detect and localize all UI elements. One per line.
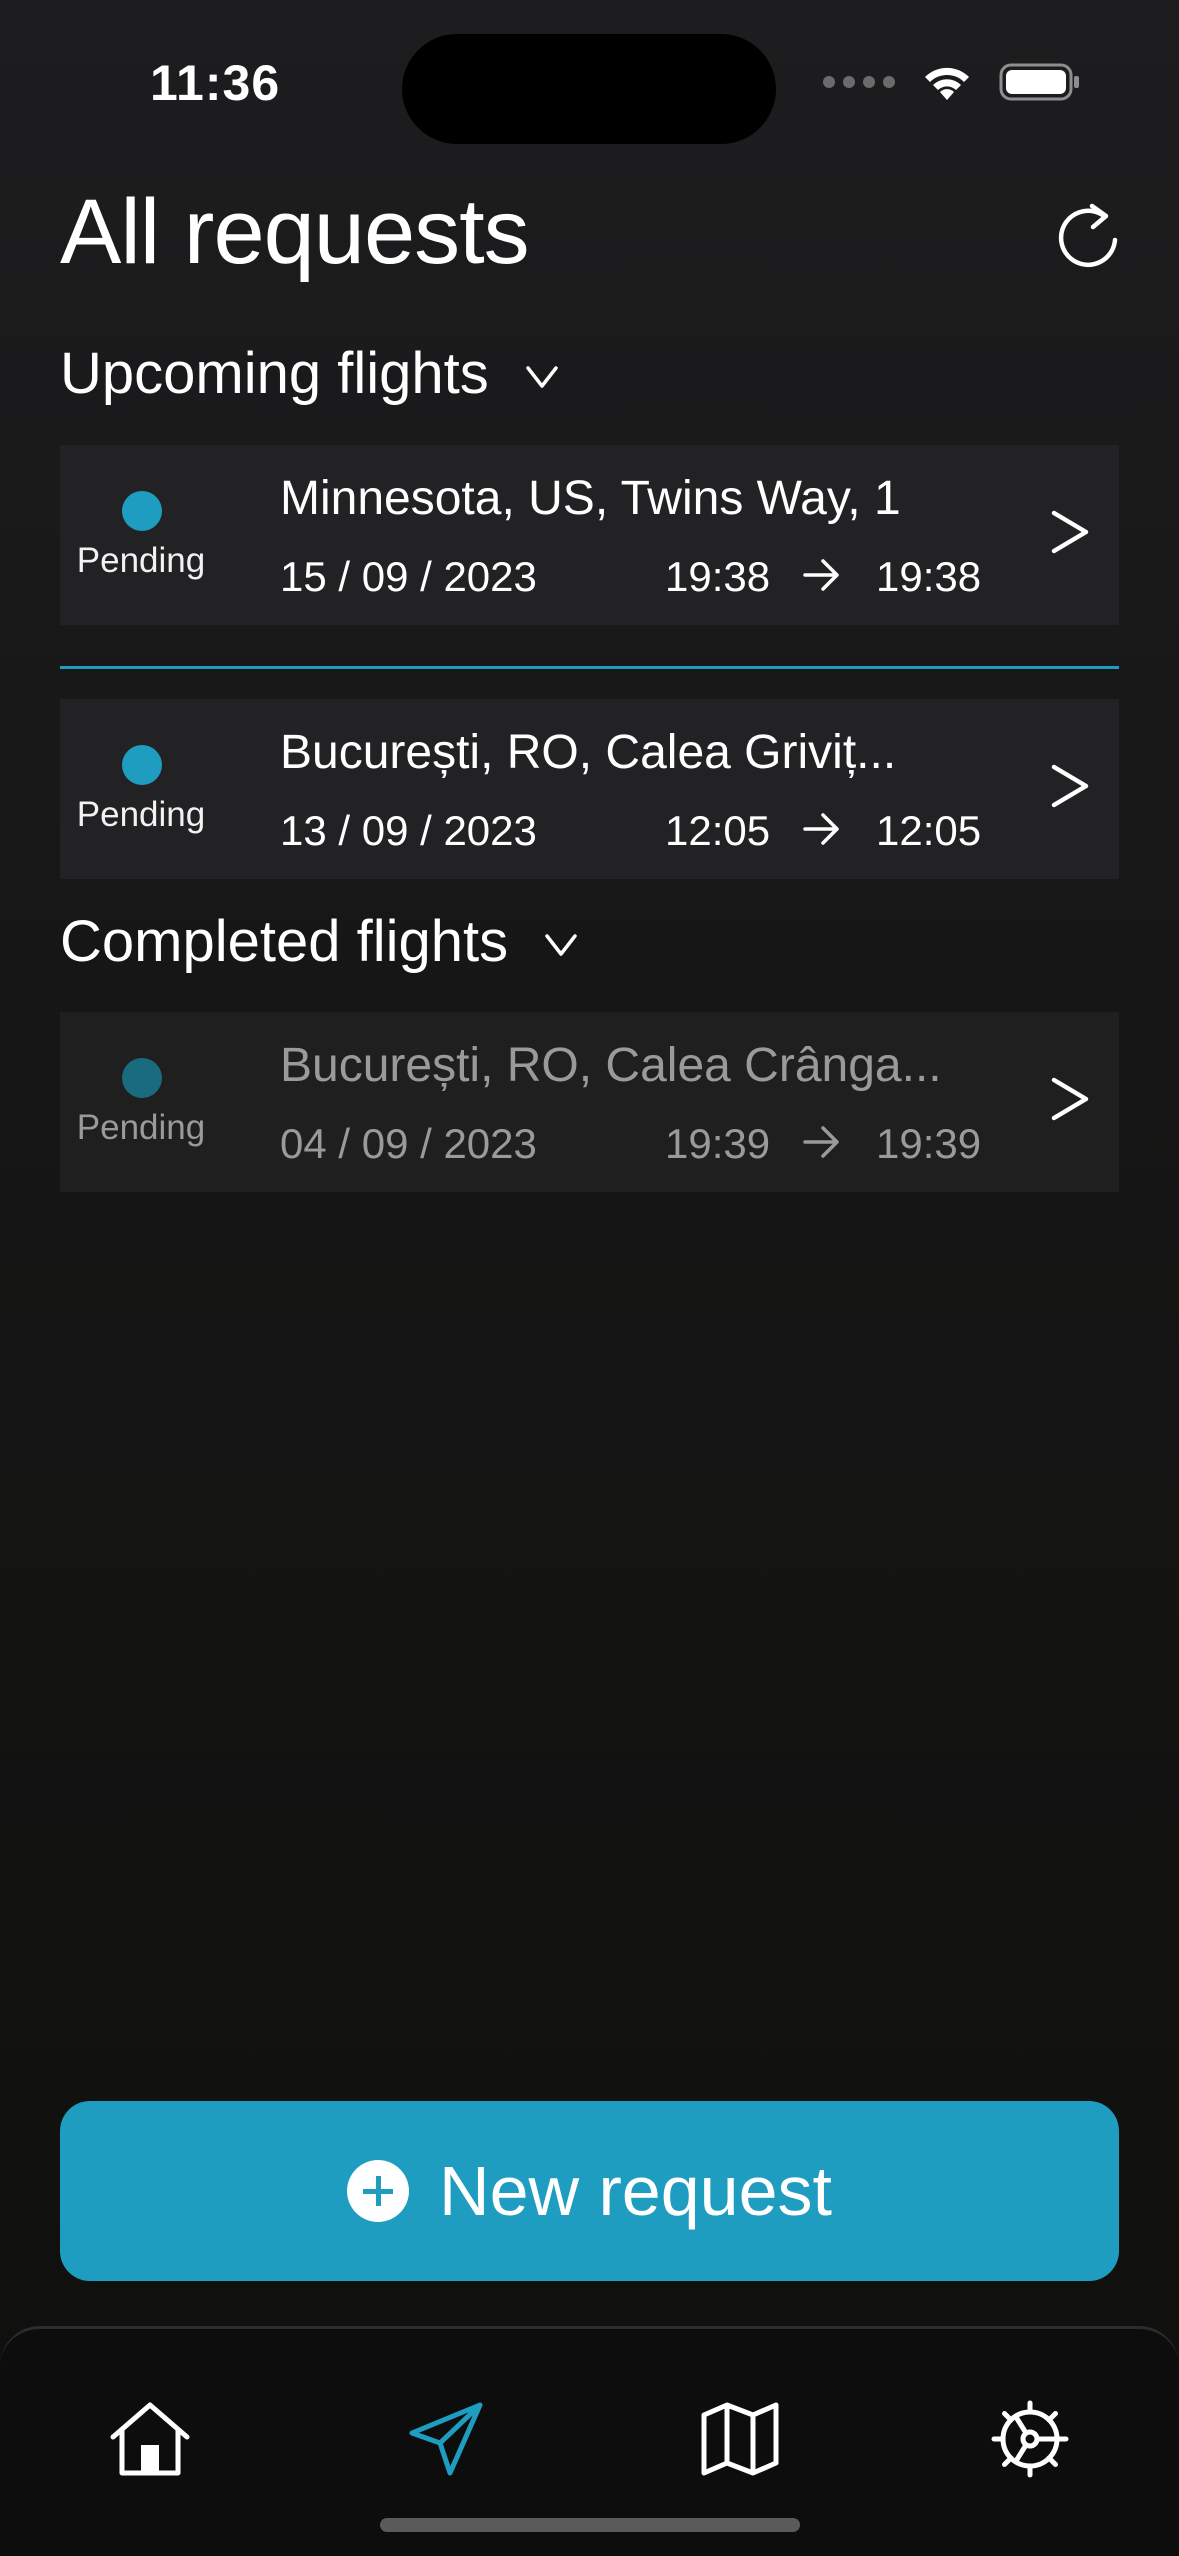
flight-address: București, RO, Calea Griviț...	[280, 726, 897, 779]
status-indicator: Pending	[60, 699, 220, 879]
upcoming-flights-header[interactable]: Upcoming flights	[60, 340, 559, 407]
status-indicator: Pending	[60, 445, 220, 625]
flight-end-time: 19:39	[876, 1120, 982, 1167]
status-time: 11:36	[150, 55, 281, 111]
flight-address: Minnesota, US, Twins Way, 1	[280, 472, 901, 525]
flight-date: 04 / 09 / 2023	[280, 1120, 537, 1167]
dynamic-island	[402, 34, 776, 144]
tab-settings[interactable]	[980, 2389, 1080, 2489]
map-icon	[701, 2402, 779, 2476]
new-request-button[interactable]: New request	[60, 2101, 1119, 2281]
status-indicators	[823, 62, 1081, 102]
flight-request-card[interactable]: Pending București, RO, Calea Crânga... 0…	[60, 1012, 1119, 1192]
completed-flights-header[interactable]: Completed flights	[60, 908, 578, 975]
tab-home[interactable]	[100, 2389, 200, 2489]
page-title: All requests	[60, 181, 530, 283]
settings-wheel-icon	[991, 2400, 1069, 2478]
arrow-right-icon	[803, 1126, 839, 1158]
home-icon	[110, 2402, 190, 2476]
flight-start-time: 19:38	[665, 553, 771, 600]
chevron-down-icon	[526, 365, 558, 388]
chevron-right-icon	[1051, 510, 1089, 554]
upcoming-flights-title: Upcoming flights	[60, 341, 489, 406]
status-label: Pending	[76, 795, 206, 834]
status-indicator: Pending	[60, 1012, 220, 1192]
status-dot	[122, 1058, 162, 1098]
screen: 11:36 All requests Upcoming flights Pend…	[0, 0, 1179, 2556]
tab-requests[interactable]	[396, 2389, 496, 2489]
refresh-button[interactable]	[1052, 200, 1124, 272]
completed-flights-title: Completed flights	[60, 909, 509, 974]
chevron-down-icon	[545, 933, 577, 956]
flight-address: București, RO, Calea Crânga...	[280, 1039, 942, 1092]
status-label: Pending	[76, 541, 206, 580]
new-request-label: New request	[439, 2152, 832, 2230]
chevron-right-icon	[1051, 1077, 1089, 1121]
paper-plane-icon	[409, 2402, 483, 2476]
flight-end-time: 19:38	[876, 553, 982, 600]
arrow-right-icon	[803, 559, 839, 591]
battery-icon	[999, 63, 1079, 101]
plus-circle-icon	[347, 2160, 410, 2222]
home-indicator	[380, 2518, 800, 2532]
flight-date: 15 / 09 / 2023	[280, 553, 537, 600]
flight-start-time: 12:05	[665, 807, 771, 854]
tab-map[interactable]	[690, 2389, 790, 2489]
flight-date: 13 / 09 / 2023	[280, 807, 537, 854]
flight-end-time: 12:05	[876, 807, 982, 854]
divider	[60, 666, 1119, 669]
flight-request-card[interactable]: Pending Minnesota, US, Twins Way, 1 15 /…	[60, 445, 1119, 625]
cellular-signal-icon	[823, 76, 895, 88]
chevron-right-icon	[1051, 764, 1089, 808]
status-label: Pending	[76, 1108, 206, 1147]
flight-request-card[interactable]: Pending București, RO, Calea Griviț... 1…	[60, 699, 1119, 879]
flight-start-time: 19:39	[665, 1120, 771, 1167]
status-dot	[122, 491, 162, 531]
status-dot	[122, 745, 162, 785]
wifi-icon	[925, 67, 969, 100]
refresh-icon	[1058, 203, 1118, 268]
arrow-right-icon	[803, 813, 839, 845]
